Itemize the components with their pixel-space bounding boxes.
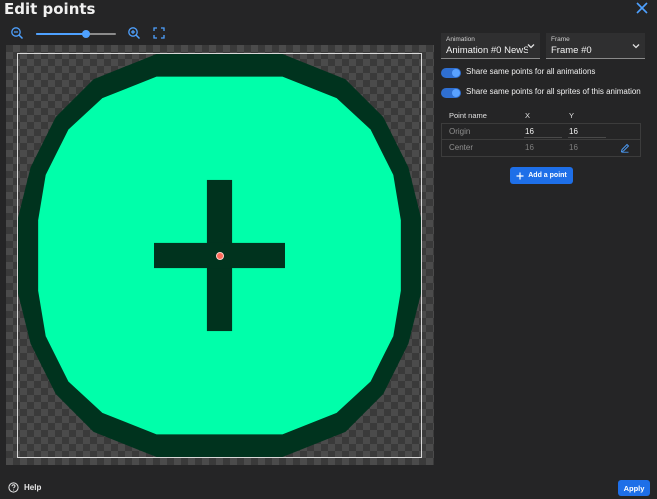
y-input-underline bbox=[568, 137, 606, 138]
point-y-input-origin[interactable]: 16 bbox=[569, 127, 578, 136]
zoom-toolbar bbox=[10, 26, 170, 42]
apply-label: Apply bbox=[623, 483, 645, 493]
plus-icon bbox=[516, 172, 524, 180]
fit-to-view-icon[interactable] bbox=[152, 26, 166, 40]
toggle-knob bbox=[452, 69, 460, 77]
points-table: Point name X Y Origin 16 16 Center 16 16 bbox=[441, 109, 641, 157]
zoom-slider-thumb[interactable] bbox=[81, 30, 90, 38]
help-icon bbox=[8, 482, 19, 493]
apply-button[interactable]: Apply bbox=[618, 480, 650, 496]
frame-select-value: Frame #0 bbox=[551, 45, 592, 56]
share-sprites-toggle[interactable] bbox=[441, 88, 461, 98]
add-point-button[interactable]: Add a point bbox=[510, 167, 573, 184]
dialog-title: Edit points bbox=[4, 0, 96, 18]
point-name-center: Center bbox=[449, 143, 474, 152]
toggle-share-sprites: Share same points for all sprites of thi… bbox=[441, 87, 651, 99]
chevron-down-icon bbox=[527, 42, 535, 50]
chevron-down-icon bbox=[632, 42, 640, 50]
sprite-bounds bbox=[17, 53, 422, 458]
frame-select-label: Frame bbox=[551, 36, 570, 43]
point-y-center: 16 bbox=[569, 143, 578, 152]
frame-select[interactable]: Frame Frame #0 bbox=[546, 33, 645, 59]
share-animations-label: Share same points for all animations bbox=[466, 67, 596, 76]
toggle-knob bbox=[452, 89, 460, 97]
point-x-center: 16 bbox=[525, 143, 534, 152]
animation-select-label: Animation bbox=[446, 36, 475, 43]
header-x: X bbox=[525, 111, 531, 120]
share-animations-toggle[interactable] bbox=[441, 68, 461, 78]
header-point-name: Point name bbox=[449, 111, 487, 120]
x-input-underline bbox=[524, 137, 562, 138]
animation-select[interactable]: Animation Animation #0 NewSp bbox=[441, 33, 540, 59]
add-point-label: Add a point bbox=[528, 172, 567, 179]
toggle-share-animations: Share same points for all animations bbox=[441, 67, 651, 79]
points-table-header: Point name X Y bbox=[441, 109, 641, 123]
origin-point-marker[interactable] bbox=[216, 252, 224, 260]
close-icon[interactable] bbox=[635, 1, 649, 15]
zoom-slider[interactable] bbox=[36, 30, 116, 38]
table-row-center: Center 16 16 bbox=[441, 140, 641, 157]
point-x-input-origin[interactable]: 16 bbox=[525, 127, 534, 136]
share-sprites-label: Share same points for all sprites of thi… bbox=[466, 87, 641, 96]
header-y: Y bbox=[569, 111, 575, 120]
help-label: Help bbox=[24, 483, 42, 492]
zoom-in-icon[interactable] bbox=[127, 26, 141, 40]
zoom-slider-fill bbox=[36, 33, 86, 35]
zoom-out-icon[interactable] bbox=[10, 26, 24, 40]
point-name-origin: Origin bbox=[449, 127, 471, 136]
table-row-origin: Origin 16 16 bbox=[441, 123, 641, 140]
sprite-canvas[interactable] bbox=[6, 45, 434, 465]
animation-select-value: Animation #0 NewSp bbox=[446, 45, 528, 56]
edit-pencil-icon[interactable] bbox=[620, 143, 630, 153]
